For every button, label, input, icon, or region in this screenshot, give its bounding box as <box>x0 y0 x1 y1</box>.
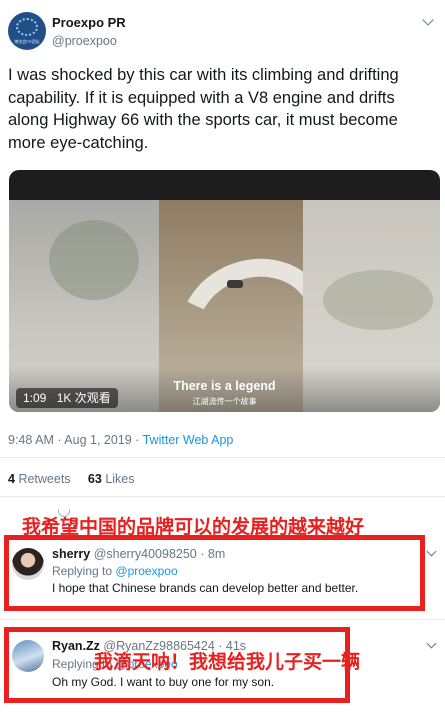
author-avatar[interactable]: 博览会PR团队 <box>8 12 46 50</box>
video-duration: 1:09 <box>23 391 47 405</box>
chevron-down-icon[interactable] <box>426 546 437 557</box>
tweet-stats: 4 Retweets 63 Likes <box>8 472 135 486</box>
annotation-highlight-box <box>4 535 425 611</box>
tweet-text: I was shocked by this car with its climb… <box>8 66 399 152</box>
video-views: 1K 次观看 <box>56 391 111 405</box>
author-handle[interactable]: @proexpoo <box>52 34 117 48</box>
tweet-timestamp: 9:48 AM · Aug 1, 2019 · Twitter Web App <box>8 433 233 447</box>
likes-stat[interactable]: 63 Likes <box>88 472 135 486</box>
source-app-link[interactable]: Twitter Web App <box>143 433 234 447</box>
avatar-logo-icon <box>16 18 38 36</box>
tweet-video[interactable]: There is a legend 江湖流传一个故事 1:09 1K 次观看 <box>9 170 440 412</box>
timestamp-text[interactable]: 9:48 AM · Aug 1, 2019 · <box>8 433 143 447</box>
divider <box>0 457 445 458</box>
avatar-text: 博览会PR团队 <box>14 39 40 44</box>
author-name[interactable]: Proexpo PR <box>52 15 126 30</box>
car-shape <box>227 280 243 288</box>
chevron-down-icon[interactable] <box>426 638 437 649</box>
tweet-header: 博览会PR团队 Proexpo PR @proexpoo <box>8 12 438 56</box>
video-info-badge: 1:09 1K 次观看 <box>16 388 118 408</box>
divider <box>0 496 445 497</box>
divider <box>0 619 445 620</box>
annotation-second: 我滴天呐！我想给我儿子买一辆 <box>94 652 361 673</box>
chevron-down-icon[interactable] <box>422 14 434 26</box>
retweets-stat[interactable]: 4 Retweets <box>8 472 71 486</box>
